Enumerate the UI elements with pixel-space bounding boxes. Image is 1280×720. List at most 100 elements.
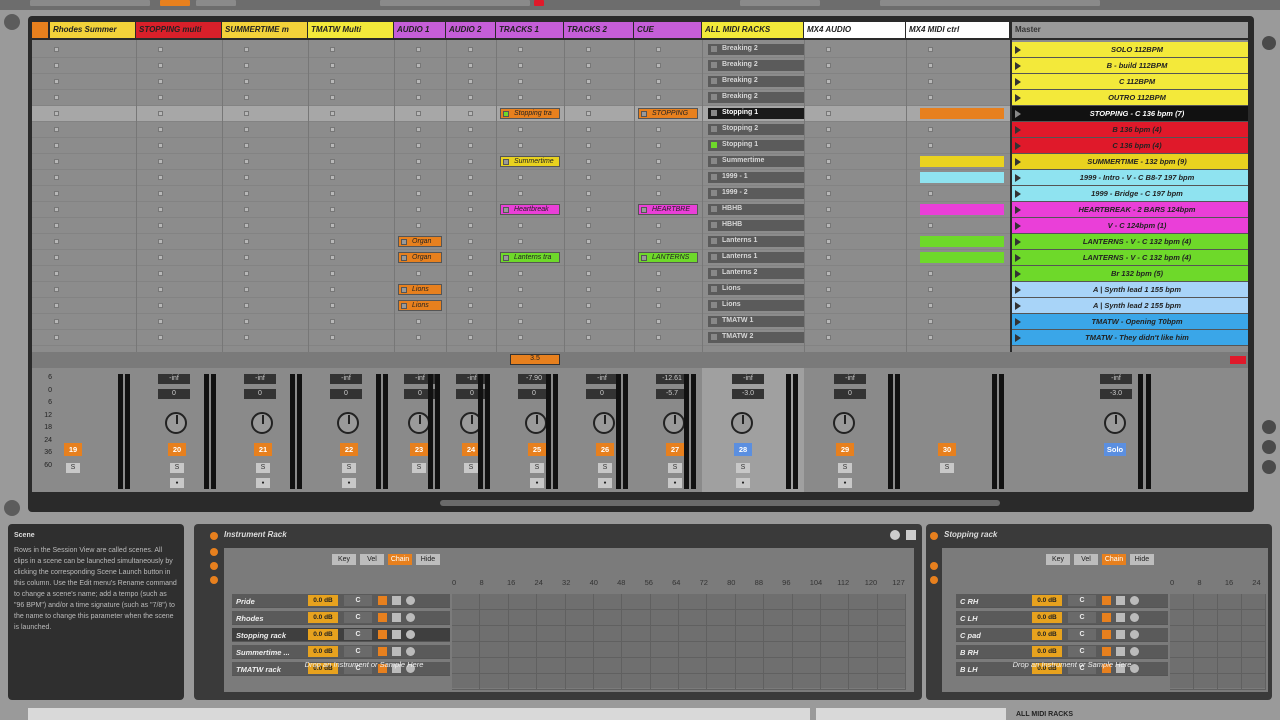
- chain-pan[interactable]: C: [1068, 612, 1096, 623]
- scene-launch-icon[interactable]: [1015, 286, 1021, 294]
- clip-slot[interactable]: [656, 319, 661, 324]
- key-zone-cell[interactable]: [480, 626, 509, 642]
- key-zone-cell[interactable]: [849, 610, 878, 626]
- clip-slot[interactable]: [656, 95, 661, 100]
- solo-button[interactable]: S: [838, 463, 852, 473]
- pan-knob[interactable]: [833, 412, 855, 434]
- pan-value[interactable]: -3.0: [732, 389, 764, 399]
- toolbar-segment[interactable]: [196, 0, 236, 6]
- midi-rack-clip[interactable]: TMATW 2: [708, 332, 804, 343]
- clip-slot[interactable]: [656, 335, 661, 340]
- scene-launch-icon[interactable]: [1015, 126, 1021, 134]
- record-button[interactable]: [534, 0, 544, 6]
- key-zone-cell[interactable]: [1194, 674, 1218, 690]
- key-zone-cell[interactable]: [565, 610, 594, 626]
- key-zone-cell[interactable]: [764, 594, 793, 610]
- clip-slot[interactable]: [928, 79, 933, 84]
- scene-launch-icon[interactable]: [1015, 222, 1021, 230]
- key-zone-cell[interactable]: [480, 674, 509, 690]
- midi-rack-clip[interactable]: Breaking 2: [708, 44, 804, 55]
- toolbar-segment[interactable]: [740, 0, 820, 6]
- play-icon[interactable]: [711, 142, 717, 148]
- chain-solo-icon[interactable]: [392, 630, 401, 639]
- key-zone-cell[interactable]: [764, 626, 793, 642]
- clip-slot[interactable]: [928, 191, 933, 196]
- collapse-icon[interactable]: [4, 500, 20, 516]
- play-icon[interactable]: [711, 174, 717, 180]
- clip-slot[interactable]: [244, 239, 249, 244]
- key-zone-cell[interactable]: [650, 658, 679, 674]
- track-header-9[interactable]: CUE: [634, 22, 701, 38]
- clip-slot[interactable]: [54, 207, 59, 212]
- solo-button[interactable]: S: [736, 463, 750, 473]
- midi-rack-clip[interactable]: Breaking 2: [708, 76, 804, 87]
- clip-slot[interactable]: [656, 191, 661, 196]
- device-toggle-icon[interactable]: [210, 576, 218, 584]
- clip-slot[interactable]: [656, 287, 661, 292]
- pan-value[interactable]: 0: [456, 389, 488, 399]
- scene-launch-icon[interactable]: [1015, 110, 1021, 118]
- clip-slot[interactable]: [656, 127, 661, 132]
- chain-volume[interactable]: 0.0 dB: [1032, 595, 1062, 606]
- clip-slot[interactable]: [586, 191, 591, 196]
- scene-launch-row[interactable]: C 136 bpm (4): [1012, 138, 1248, 154]
- chain-solo-icon[interactable]: [392, 647, 401, 656]
- key-zone-cell[interactable]: [792, 610, 821, 626]
- key-zone-cell[interactable]: [1194, 594, 1218, 610]
- chain-activator-icon[interactable]: [1102, 630, 1111, 639]
- clip[interactable]: LANTERNS: [638, 252, 698, 263]
- clip-slot[interactable]: [928, 271, 933, 276]
- clip-slot[interactable]: [244, 63, 249, 68]
- clip-slot[interactable]: [54, 239, 59, 244]
- pan-value[interactable]: 0: [586, 389, 618, 399]
- clip-slot[interactable]: [518, 47, 523, 52]
- pan-knob[interactable]: [731, 412, 753, 434]
- clip-slot[interactable]: [468, 287, 473, 292]
- key-zone-cell[interactable]: [622, 642, 651, 658]
- clip-slot[interactable]: [468, 111, 473, 116]
- clip-slot[interactable]: [54, 175, 59, 180]
- key-zone-cell[interactable]: [622, 674, 651, 690]
- clip-slot[interactable]: [518, 271, 523, 276]
- chain-row[interactable]: C RH 0.0 dB C: [956, 594, 1168, 608]
- key-zone-cell[interactable]: [1242, 594, 1266, 610]
- play-icon[interactable]: [401, 255, 407, 261]
- clip-slot[interactable]: [518, 303, 523, 308]
- play-icon[interactable]: [711, 206, 717, 212]
- clip-slot[interactable]: [330, 335, 335, 340]
- clip-slot[interactable]: [244, 287, 249, 292]
- master-pan-knob[interactable]: [1104, 412, 1126, 434]
- clip-slot[interactable]: [586, 335, 591, 340]
- midi-rack-clip[interactable]: Lanterns 2: [708, 268, 804, 279]
- stop-all-clips-button[interactable]: [1230, 356, 1246, 364]
- pan-value[interactable]: 0: [330, 389, 362, 399]
- track-activator[interactable]: 19: [64, 443, 82, 456]
- overview-toggle-icon[interactable]: [32, 22, 48, 38]
- key-zone-cell[interactable]: [735, 626, 765, 642]
- key-zone-cell[interactable]: [679, 642, 708, 658]
- key-zone-cell[interactable]: [849, 626, 878, 642]
- clip-slot[interactable]: [586, 223, 591, 228]
- key-zone-cell[interactable]: [1194, 658, 1218, 674]
- clip-slot[interactable]: [244, 223, 249, 228]
- key-zone-cell[interactable]: [1242, 626, 1266, 642]
- key-zone-cell[interactable]: [735, 610, 765, 626]
- chain-solo-icon[interactable]: [392, 596, 401, 605]
- clip-slot[interactable]: [826, 239, 831, 244]
- clip-slot[interactable]: [330, 63, 335, 68]
- clip-slot[interactable]: [928, 335, 933, 340]
- clip-slot[interactable]: [416, 63, 421, 68]
- clip-slot[interactable]: [54, 159, 59, 164]
- clip[interactable]: Organ: [398, 236, 442, 247]
- track-header-4[interactable]: TMATW Multi: [308, 22, 393, 38]
- key-zone-cell[interactable]: [849, 674, 878, 690]
- key-zone-cell[interactable]: [707, 610, 736, 626]
- key-zone-cell[interactable]: [565, 674, 594, 690]
- clip-slot[interactable]: [586, 63, 591, 68]
- clip[interactable]: Lions: [398, 300, 442, 311]
- key-zone-cell[interactable]: [593, 594, 623, 610]
- key-zone-cell[interactable]: [480, 610, 509, 626]
- scene-launch-icon[interactable]: [1015, 158, 1021, 166]
- sends-toggle-icon[interactable]: [1262, 440, 1276, 454]
- key-zone-cell[interactable]: [452, 594, 481, 610]
